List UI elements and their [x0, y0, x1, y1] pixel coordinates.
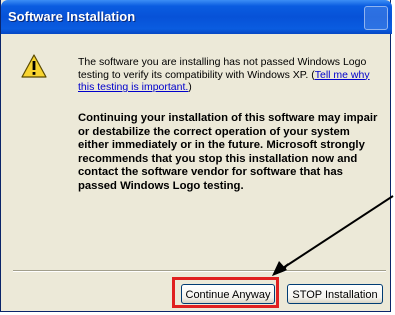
warning-icon	[21, 54, 47, 78]
window-title: Software Installation	[8, 9, 136, 24]
compatibility-message: The software you are installing has not …	[78, 56, 378, 94]
separator-line	[13, 270, 386, 272]
highlight-box	[172, 277, 279, 308]
stop-installation-button[interactable]: STOP Installation	[287, 284, 383, 304]
title-bar[interactable]: Software Installation	[1, 0, 392, 34]
close-button[interactable]	[364, 6, 388, 30]
warning-recommendation: Continuing your installation of this sof…	[78, 112, 378, 192]
message-close-paren: )	[188, 81, 192, 93]
software-installation-dialog: Software Installation The software you a…	[0, 0, 392, 312]
